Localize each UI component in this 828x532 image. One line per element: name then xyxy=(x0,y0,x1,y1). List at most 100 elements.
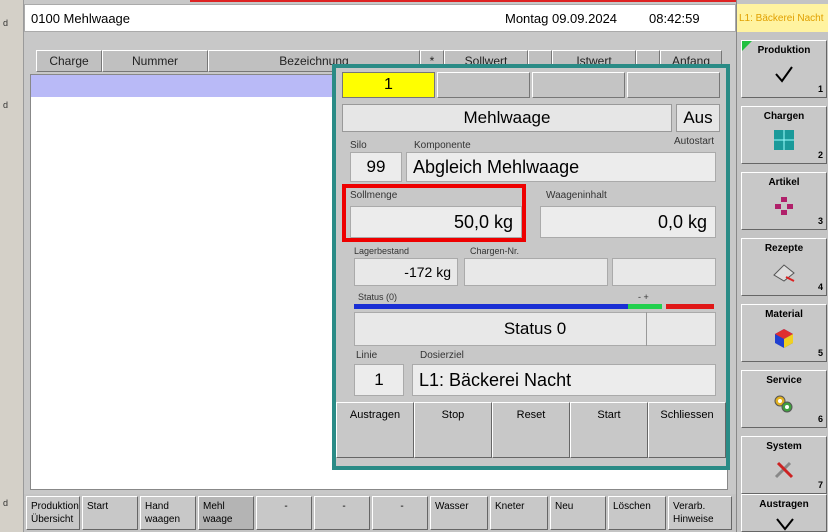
sidebar-item-service[interactable]: Service 6 xyxy=(741,370,827,428)
mode-toggle[interactable]: Aus xyxy=(676,104,720,132)
sidebar-item-label: Rezepte xyxy=(764,243,804,254)
bottom-button-kneter[interactable]: Kneter xyxy=(490,496,548,530)
bottom-button-empty[interactable]: - xyxy=(256,496,312,530)
chargen-grid-icon xyxy=(774,130,794,150)
left-strip-mark: d xyxy=(3,498,9,508)
tab-1[interactable]: 1 xyxy=(342,72,435,98)
status-divider xyxy=(646,312,647,346)
sollmenge-highlight xyxy=(342,184,526,242)
dialog-tabs: 1 xyxy=(342,72,722,98)
sidebar-item-number: 4 xyxy=(817,282,823,292)
tab-3[interactable] xyxy=(532,72,625,98)
sidebar-item-produktion[interactable]: Produktion 1 xyxy=(741,40,827,98)
silo-label: Silo xyxy=(350,140,367,151)
reset-button[interactable]: Reset xyxy=(492,402,570,458)
bottom-button-label: Verarb. xyxy=(673,501,706,512)
bottom-button-label: Übersicht xyxy=(31,514,74,525)
status-bar-blue xyxy=(354,304,628,309)
stop-button[interactable]: Stop xyxy=(414,402,492,458)
dialog-title: Mehlwaage xyxy=(342,104,672,132)
bottom-button-label: - xyxy=(342,501,346,512)
sidebar-item-austragen[interactable]: Austragen xyxy=(741,494,827,532)
sidebar-item-label: Artikel xyxy=(768,177,800,188)
bottom-button-handwaagen[interactable]: Hand waagen xyxy=(140,496,196,530)
window-title: 0100 Mehlwaage xyxy=(31,11,131,26)
bottom-button-neu[interactable]: Neu xyxy=(550,496,606,530)
chargen-field[interactable] xyxy=(464,258,608,286)
sidebar-item-artikel[interactable]: Artikel 3 xyxy=(741,172,827,230)
col-header-nummer[interactable]: Nummer xyxy=(102,50,208,72)
chargen-label: Chargen-Nr. xyxy=(470,246,520,256)
sidebar-item-rezepte[interactable]: Rezepte 4 xyxy=(741,238,827,296)
artikel-dots-icon xyxy=(775,197,793,215)
bottom-button-wasser[interactable]: Wasser xyxy=(430,496,488,530)
left-strip: d d d xyxy=(0,0,24,532)
sidebar-item-material[interactable]: Material 5 xyxy=(741,304,827,362)
bottom-button-label: waage xyxy=(203,514,233,525)
bottom-button-start[interactable]: Start xyxy=(82,496,138,530)
col-header-charge[interactable]: Charge xyxy=(36,50,102,72)
bottom-button-label: - xyxy=(400,501,404,512)
sidebar-item-label: Material xyxy=(765,309,803,320)
tab-4[interactable] xyxy=(627,72,720,98)
sidebar-item-number: 5 xyxy=(817,348,823,358)
component-label: Komponente xyxy=(414,140,471,151)
sidebar-item-label: Service xyxy=(766,375,802,386)
waageninhalt-field: 0,0 kg xyxy=(540,206,716,238)
bottom-button-loeschen[interactable]: Löschen xyxy=(608,496,666,530)
schliessen-button[interactable]: Schliessen xyxy=(648,402,726,458)
sidebar-item-label: Produktion xyxy=(757,45,811,56)
austragen-arrow-icon xyxy=(776,518,794,531)
mehlwaage-dialog: 1 Mehlwaage Aus Silo Komponente Autostar… xyxy=(332,64,730,470)
time-display: 08:42:59 xyxy=(649,11,700,26)
bottom-button-label: waagen xyxy=(145,514,181,525)
left-strip-mark: d xyxy=(3,18,9,28)
dosierziel-field[interactable]: L1: Bäckerei Nacht xyxy=(412,364,716,396)
tab-2[interactable] xyxy=(437,72,530,98)
bottom-button-produktion-uebersicht[interactable]: Produktion Übersicht xyxy=(26,496,80,530)
status-marks: - + xyxy=(638,292,649,302)
bottom-button-label: Start xyxy=(87,501,109,512)
left-strip-mark: d xyxy=(3,100,9,110)
sidebar-item-number: 2 xyxy=(817,150,823,160)
status-bar-green xyxy=(628,304,648,309)
component-field[interactable]: Abgleich Mehlwaage xyxy=(406,152,716,182)
sidebar-item-label: Austragen xyxy=(759,499,809,510)
top-accent-line xyxy=(190,0,736,2)
dosierziel-label: Dosierziel xyxy=(420,350,464,361)
sidebar-item-chargen[interactable]: Chargen 2 xyxy=(741,106,827,164)
lagerbestand-label: Lagerbestand xyxy=(354,246,410,256)
status-bar xyxy=(354,304,714,310)
silo-field[interactable]: 99 xyxy=(350,152,402,182)
bottom-button-label: Hinweise xyxy=(673,514,714,525)
right-sidebar: L1: Bäckerei Nacht Produktion 1 Chargen … xyxy=(736,0,828,532)
sidebar-item-number: 7 xyxy=(817,480,823,490)
waageninhalt-label: Waageninhalt xyxy=(546,190,607,201)
status-bar-green xyxy=(648,304,662,309)
linie-label: Linie xyxy=(356,350,378,361)
sidebar-item-number: 6 xyxy=(817,414,823,424)
bottom-button-empty[interactable]: - xyxy=(372,496,428,530)
rezepte-book-icon xyxy=(773,264,795,282)
sidebar-item-label: System xyxy=(766,441,802,452)
sidebar-item-label: Chargen xyxy=(763,111,805,122)
bottom-button-label: Mehl xyxy=(203,501,225,512)
lagerbestand-field: -172 kg xyxy=(354,258,458,286)
bottom-button-empty[interactable]: - xyxy=(314,496,370,530)
bottom-button-verarb-hinweise[interactable]: Verarb. Hinweise xyxy=(668,496,732,530)
linie-field[interactable]: 1 xyxy=(354,364,404,396)
bottom-button-mehlwaage[interactable]: Mehl waage xyxy=(198,496,254,530)
start-button[interactable]: Start xyxy=(570,402,648,458)
bottom-button-label: Kneter xyxy=(495,501,525,512)
sidebar-item-number: 1 xyxy=(817,84,823,94)
status-bar-red xyxy=(666,304,714,309)
system-tools-icon xyxy=(774,461,794,479)
sidebar-item-system[interactable]: System 7 xyxy=(741,436,827,494)
title-bar: 0100 Mehlwaage Montag 09.09.2024 08:42:5… xyxy=(24,4,736,32)
austragen-button[interactable]: Austragen xyxy=(336,402,414,458)
date-display: Montag 09.09.2024 xyxy=(505,11,618,26)
service-gears-icon xyxy=(774,395,793,413)
sidebar-line-indicator: L1: Bäckerei Nacht xyxy=(737,4,828,32)
bottom-toolbar: Produktion Übersicht Start Hand waagen Meh… xyxy=(24,494,736,532)
dialog-button-row: Austragen Stop Reset Start Schliessen xyxy=(336,402,726,458)
